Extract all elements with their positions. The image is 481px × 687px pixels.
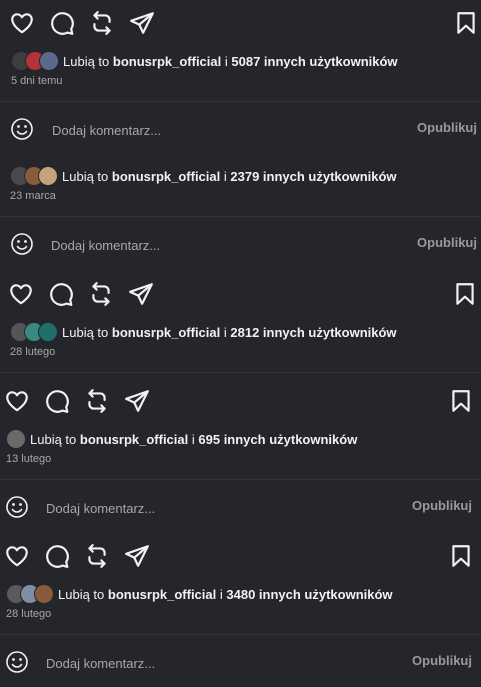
- divider: [0, 101, 481, 102]
- emoji-icon[interactable]: [10, 117, 34, 141]
- liker-avatars: [10, 322, 58, 342]
- post-actions: [0, 10, 481, 40]
- likes-connector: i: [223, 324, 227, 340]
- likes-connector: i: [223, 168, 227, 184]
- comment-icon[interactable]: [44, 388, 70, 414]
- divider: [0, 479, 481, 480]
- likes-others[interactable]: 695 innych użytkowników: [198, 432, 357, 447]
- likes-summary: Lubią to bonusrpk_official i 5087 innych…: [11, 50, 398, 72]
- repost-icon[interactable]: [84, 388, 110, 414]
- heart-icon[interactable]: [4, 388, 30, 414]
- post-actions: [0, 388, 481, 418]
- liker-avatars: [11, 51, 59, 71]
- repost-icon[interactable]: [89, 10, 115, 36]
- comment-bar: Opublikuj: [0, 487, 481, 527]
- likes-others[interactable]: 3480 innych użytkowników: [226, 587, 392, 602]
- repost-icon[interactable]: [88, 281, 114, 307]
- post-date[interactable]: 5 dni temu: [11, 75, 62, 87]
- bookmark-icon[interactable]: [448, 543, 474, 569]
- bookmark-icon[interactable]: [453, 10, 479, 36]
- share-icon[interactable]: [129, 10, 155, 36]
- likes-prefix: Lubią to: [30, 431, 77, 447]
- post-date[interactable]: 28 lutego: [6, 608, 51, 620]
- bookmark-icon[interactable]: [448, 388, 474, 414]
- publish-button[interactable]: Opublikuj: [412, 498, 472, 513]
- likes-prefix: Lubią to: [62, 324, 109, 340]
- liker-username[interactable]: bonusrpk_official: [80, 432, 188, 447]
- comment-input[interactable]: [50, 119, 354, 141]
- publish-button[interactable]: Opublikuj: [417, 235, 477, 250]
- publish-button[interactable]: Opublikuj: [417, 120, 477, 135]
- avatar[interactable]: [39, 51, 59, 71]
- heart-icon[interactable]: [9, 10, 35, 36]
- comment-bar: Opublikuj: [0, 224, 481, 264]
- liker-avatars: [6, 584, 54, 604]
- share-icon[interactable]: [124, 543, 150, 569]
- liker-username[interactable]: bonusrpk_official: [108, 587, 216, 602]
- comment-input[interactable]: [49, 234, 353, 256]
- heart-icon[interactable]: [8, 281, 34, 307]
- likes-others[interactable]: 5087 innych użytkowników: [231, 54, 397, 69]
- divider: [0, 216, 481, 217]
- comment-icon[interactable]: [48, 281, 74, 307]
- post-date[interactable]: 28 lutego: [10, 346, 55, 358]
- likes-connector: i: [191, 431, 195, 447]
- likes-connector: i: [219, 586, 223, 602]
- comment-bar: Opublikuj: [0, 109, 481, 149]
- share-icon[interactable]: [124, 388, 150, 414]
- publish-button[interactable]: Opublikuj: [412, 653, 472, 668]
- avatar[interactable]: [38, 322, 58, 342]
- likes-summary: Lubią to bonusrpk_official i 3480 innych…: [6, 583, 393, 605]
- liker-username[interactable]: bonusrpk_official: [113, 54, 221, 69]
- avatar[interactable]: [38, 166, 58, 186]
- liker-avatars: [10, 166, 58, 186]
- avatar[interactable]: [34, 584, 54, 604]
- likes-prefix: Lubią to: [58, 586, 105, 602]
- comment-icon[interactable]: [44, 543, 70, 569]
- emoji-icon[interactable]: [10, 232, 34, 256]
- bookmark-icon[interactable]: [452, 281, 478, 307]
- post-date[interactable]: 13 lutego: [6, 453, 51, 465]
- post-date[interactable]: 23 marca: [10, 190, 56, 202]
- likes-summary: Lubią to bonusrpk_official i 2812 innych…: [10, 321, 397, 343]
- post-actions: [0, 281, 481, 311]
- share-icon[interactable]: [128, 281, 154, 307]
- likes-prefix: Lubią to: [63, 53, 110, 69]
- divider: [0, 634, 481, 635]
- emoji-icon[interactable]: [5, 650, 29, 674]
- comment-bar: Opublikuj: [0, 642, 481, 682]
- comment-input[interactable]: [44, 497, 348, 519]
- likes-summary: Lubią to bonusrpk_official i 2379 innych…: [10, 165, 397, 187]
- post-actions: [0, 543, 481, 573]
- likes-others[interactable]: 2379 innych użytkowników: [230, 169, 396, 184]
- repost-icon[interactable]: [84, 543, 110, 569]
- emoji-icon[interactable]: [5, 495, 29, 519]
- likes-summary: Lubią to bonusrpk_official i 695 innych …: [6, 428, 357, 450]
- liker-avatars: [6, 429, 26, 449]
- liker-username[interactable]: bonusrpk_official: [112, 169, 220, 184]
- likes-prefix: Lubią to: [62, 168, 109, 184]
- avatar[interactable]: [6, 429, 26, 449]
- divider: [0, 372, 481, 373]
- liker-username[interactable]: bonusrpk_official: [112, 325, 220, 340]
- comment-icon[interactable]: [49, 10, 75, 36]
- heart-icon[interactable]: [4, 543, 30, 569]
- likes-connector: i: [224, 53, 228, 69]
- comment-input[interactable]: [44, 652, 348, 674]
- likes-others[interactable]: 2812 innych użytkowników: [230, 325, 396, 340]
